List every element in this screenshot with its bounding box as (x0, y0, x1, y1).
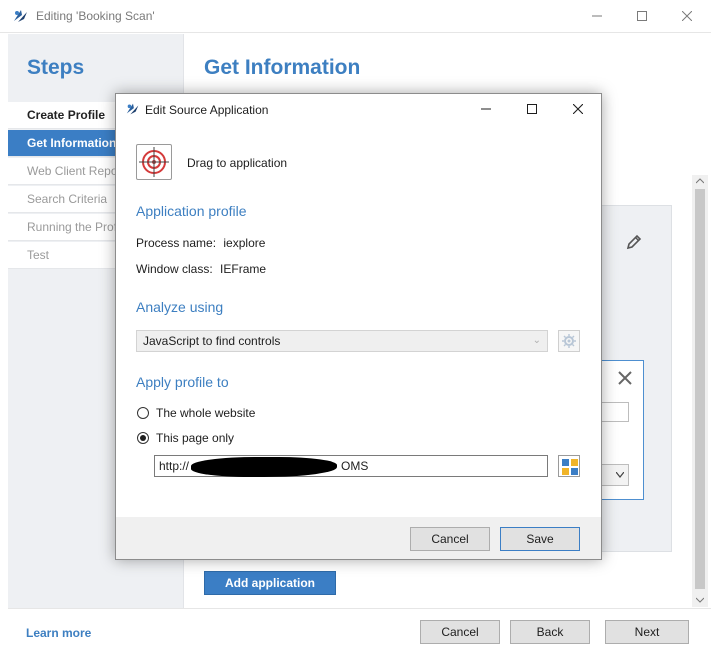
maximize-icon (527, 104, 537, 114)
app-logo-icon (126, 103, 139, 115)
source-app-card (598, 360, 644, 500)
analyze-using-selected: JavaScript to find controls (143, 334, 281, 348)
dialog-minimize-button[interactable] (463, 94, 509, 124)
main-scrollbar[interactable] (692, 175, 708, 607)
minimize-icon (592, 15, 602, 17)
scroll-up-icon[interactable] (696, 178, 704, 184)
next-button[interactable]: Next (605, 620, 689, 644)
radio-this-page-circle[interactable] (137, 432, 149, 444)
close-button[interactable] (664, 0, 710, 32)
process-name-row: Process name: iexplore (136, 236, 265, 250)
gear-icon (562, 334, 576, 348)
browse-apps-button[interactable] (558, 455, 580, 477)
analyze-using-heading: Analyze using (136, 299, 224, 315)
back-button[interactable]: Back (510, 620, 590, 644)
apply-profile-heading: Apply profile to (136, 374, 229, 390)
scroll-down-icon[interactable] (696, 597, 704, 603)
dialog-close-button[interactable] (555, 94, 601, 124)
page-url-input[interactable]: http:// OMS (154, 455, 548, 477)
process-name-value: iexplore (223, 236, 266, 250)
apps-tile-icon (562, 459, 569, 466)
apps-tile-icon (571, 459, 578, 466)
analyze-settings-button[interactable] (558, 330, 580, 352)
radio-this-page-only[interactable]: This page only (137, 431, 234, 445)
crosshair-target-icon (139, 147, 169, 177)
app-logo-icon (14, 10, 27, 22)
maximize-icon (637, 11, 647, 21)
process-name-label: Process name: (136, 236, 217, 250)
url-redaction (191, 457, 337, 477)
drag-target-button[interactable] (136, 144, 172, 180)
page-title: Get Information (204, 56, 361, 79)
dialog-title-bar: Edit Source Application (116, 94, 601, 124)
dialog-save-button[interactable]: Save (500, 527, 580, 551)
card-dropdown[interactable] (599, 464, 629, 486)
window-class-row: Window class: IEFrame (136, 262, 266, 276)
dialog-cancel-button[interactable]: Cancel (410, 527, 490, 551)
analyze-using-dropdown[interactable]: JavaScript to find controls ⌄ (136, 330, 548, 352)
chevron-down-icon: ⌄ (532, 335, 541, 346)
dialog-footer: Cancel Save (116, 517, 601, 559)
drag-label: Drag to application (187, 156, 288, 170)
dialog-title: Edit Source Application (145, 103, 269, 117)
url-suffix: OMS (341, 459, 369, 473)
apps-tile-icon (571, 468, 578, 475)
add-application-button[interactable]: Add application (204, 571, 336, 595)
wizard-footer: Learn more Cancel Back Next (8, 608, 711, 654)
close-icon (682, 11, 692, 21)
scrollbar-thumb[interactable] (695, 189, 705, 589)
steps-title: Steps (27, 56, 85, 79)
chevron-down-icon (616, 472, 624, 478)
learn-more-link[interactable]: Learn more (26, 626, 91, 640)
radio-whole-website[interactable]: The whole website (137, 406, 255, 420)
window-title: Editing 'Booking Scan' (36, 9, 155, 23)
radio-selected-dot (140, 435, 146, 441)
url-prefix: http:// (159, 459, 190, 473)
radio-whole-website-label: The whole website (156, 406, 256, 420)
window-title-bar: Editing 'Booking Scan' (0, 0, 711, 33)
apps-tile-icon (562, 468, 569, 475)
radio-whole-website-circle[interactable] (137, 407, 149, 419)
close-icon (573, 104, 583, 114)
minimize-icon (481, 108, 491, 110)
radio-this-page-label: This page only (156, 431, 235, 445)
maximize-button[interactable] (619, 0, 665, 32)
application-profile-heading: Application profile (136, 203, 247, 219)
edit-source-application-dialog: Edit Source Application Drag to applicat… (115, 93, 602, 560)
edit-pencil-icon[interactable] (626, 234, 642, 250)
dialog-maximize-button[interactable] (509, 94, 555, 124)
cancel-button[interactable]: Cancel (420, 620, 500, 644)
minimize-button[interactable] (574, 0, 620, 32)
window-class-label: Window class: (136, 262, 213, 276)
window-class-value: IEFrame (220, 262, 267, 276)
remove-x-icon[interactable] (618, 371, 632, 385)
card-input[interactable] (599, 402, 629, 422)
